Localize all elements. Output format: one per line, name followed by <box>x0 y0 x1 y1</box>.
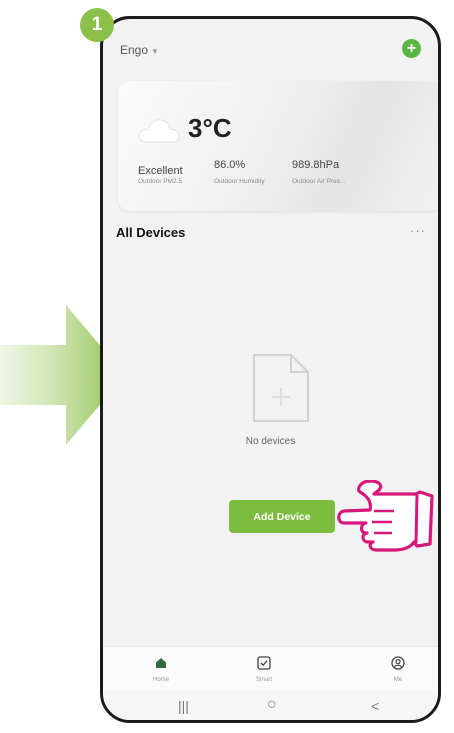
weather-stat-value: 989.8hPa <box>292 159 340 171</box>
top-bar: Engo ▼ + <box>103 19 438 79</box>
section-title: All Devices <box>116 225 186 240</box>
recents-icon[interactable]: ||| <box>178 698 189 714</box>
profile-icon <box>391 656 405 670</box>
tab-me[interactable]: Me <box>368 653 428 683</box>
weather-stat-label: Outdoor PM2.5 <box>138 178 183 185</box>
weather-stat-pressure: 989.8hPa Outdoor Air Pres... <box>292 159 345 185</box>
weather-stat-pm25: Excellent Outdoor PM2.5 <box>138 165 183 185</box>
tab-label: Home <box>152 677 169 683</box>
back-icon[interactable]: < <box>371 698 379 714</box>
more-icon[interactable]: ··· <box>410 223 426 238</box>
phone-screen: Engo ▼ + 3°C Excellent Outdoor PM2.5 86.0… <box>100 16 441 723</box>
smart-checkbox-icon <box>257 656 271 670</box>
weather-card[interactable]: 3°C Excellent Outdoor PM2.5 86.0% Outdoo… <box>118 81 438 211</box>
home-icon <box>156 658 166 668</box>
tab-smart[interactable]: Smart <box>234 653 294 683</box>
tab-label: Me <box>393 677 403 683</box>
empty-state-text: No devices <box>245 436 296 447</box>
weather-stat-label: Outdoor Humidity <box>214 178 265 185</box>
pointing-hand-icon <box>337 480 434 552</box>
weather-stat-value: Excellent <box>138 165 183 177</box>
add-icon[interactable]: + <box>402 39 421 58</box>
caret-down-icon: ▼ <box>151 47 159 56</box>
tab-home[interactable]: Home <box>131 653 191 683</box>
weather-stat-label: Outdoor Air Pres... <box>292 178 346 185</box>
weather-stat-value: 86.0% <box>214 159 246 171</box>
cloud-icon <box>138 119 180 143</box>
temperature: 3°C <box>188 113 232 143</box>
add-device-button[interactable]: Add Device <box>229 500 335 533</box>
tab-label: Smart <box>255 677 272 683</box>
home-name: Engo <box>120 43 149 57</box>
system-nav-bar: ||| ○ < <box>103 690 438 720</box>
bottom-tab-bar: Home Smart Me <box>103 646 438 691</box>
system-home-icon[interactable]: ○ <box>267 696 277 714</box>
home-selector[interactable]: Engo ▼ <box>120 43 159 57</box>
empty-document-icon <box>253 354 309 422</box>
weather-stat-humidity: 86.0% Outdoor Humidity <box>214 159 265 185</box>
step-badge: 1 <box>80 8 114 42</box>
